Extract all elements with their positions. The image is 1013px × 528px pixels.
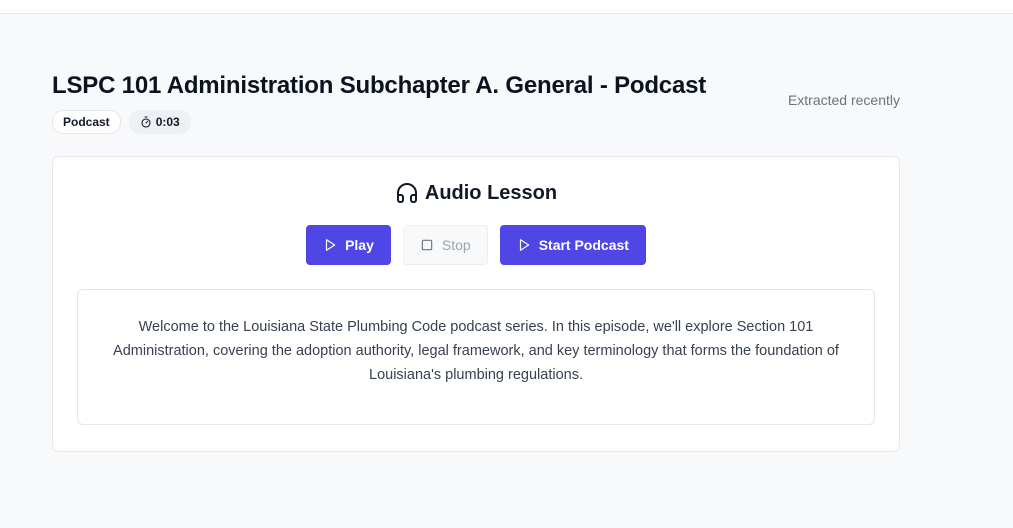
- audio-lesson-card: Audio Lesson Play Stop Start Podcast Wel…: [52, 156, 900, 452]
- start-podcast-button[interactable]: Start Podcast: [499, 225, 646, 265]
- extracted-status: Extracted recently: [787, 92, 900, 108]
- playback-controls: Play Stop Start Podcast: [53, 225, 899, 265]
- play-button-label: Play: [345, 237, 374, 253]
- headphones-icon: [396, 183, 417, 203]
- page-title: LSPC 101 Administration Subchapter A. Ge…: [52, 72, 707, 99]
- audio-lesson-title: Audio Lesson: [424, 181, 558, 204]
- duration-badge: 0:03: [128, 110, 191, 134]
- play-icon: [519, 239, 529, 251]
- badge-row: Podcast 0:03: [52, 110, 900, 134]
- start-podcast-button-label: Start Podcast: [538, 237, 629, 253]
- duration-value: 0:03: [155, 115, 180, 129]
- top-bar: [0, 0, 1013, 14]
- timer-icon: [141, 116, 151, 128]
- play-icon: [325, 239, 336, 251]
- play-button[interactable]: Play: [306, 225, 391, 265]
- transcript-text: Welcome to the Louisiana State Plumbing …: [113, 319, 839, 383]
- stop-button-label: Stop: [441, 237, 471, 253]
- audio-lesson-heading: Audio Lesson: [53, 181, 899, 205]
- page-header: LSPC 101 Administration Subchapter A. Ge…: [52, 70, 900, 134]
- stop-icon: [421, 239, 433, 251]
- stop-button[interactable]: Stop: [402, 225, 488, 265]
- transcript-box: Welcome to the Louisiana State Plumbing …: [77, 289, 875, 425]
- type-badge: Podcast: [52, 110, 121, 134]
